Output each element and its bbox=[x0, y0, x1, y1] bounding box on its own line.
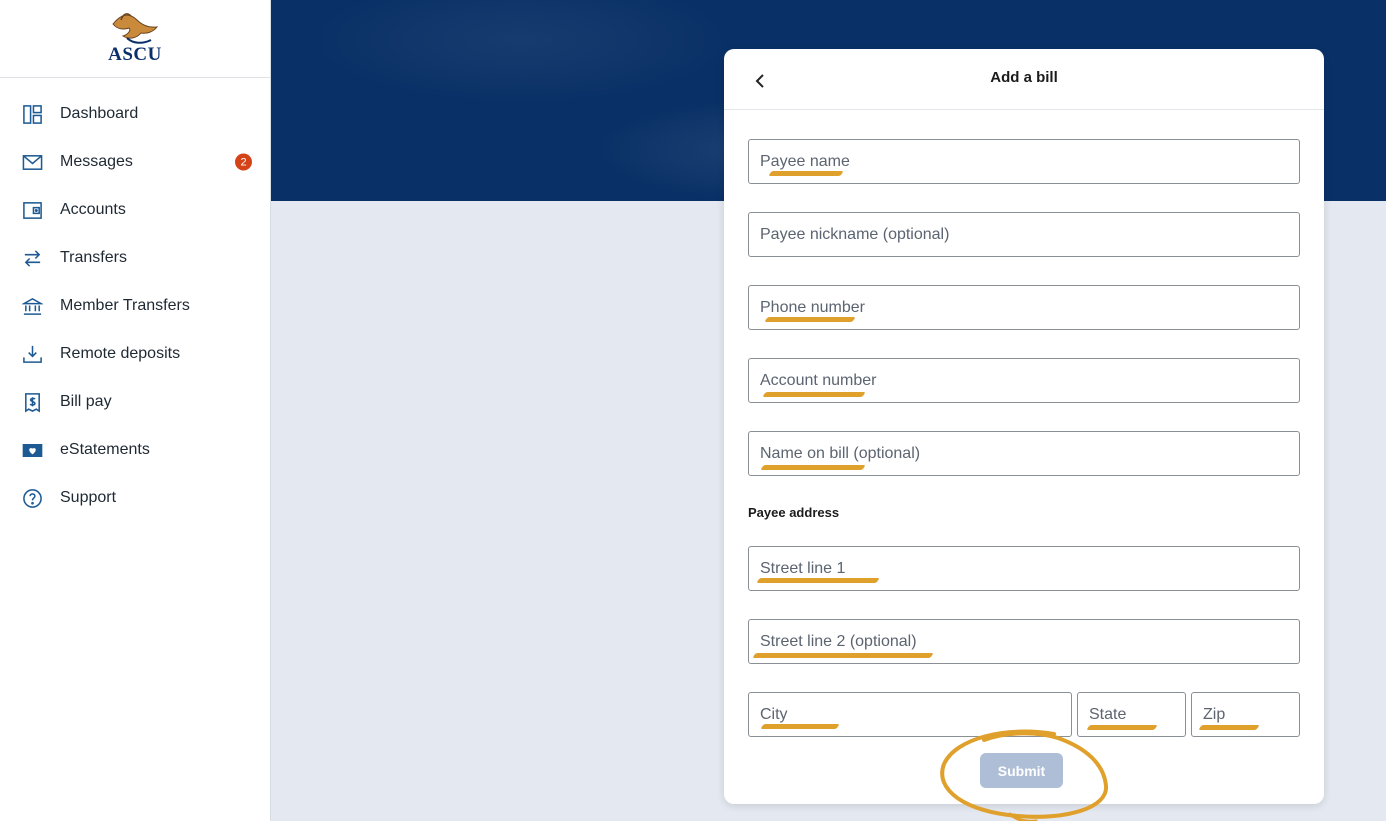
sidebar-item-transfers[interactable]: Transfers bbox=[0, 234, 270, 282]
chevron-left-icon bbox=[755, 74, 764, 88]
street-line-1-input[interactable] bbox=[748, 546, 1300, 591]
payee-address-heading: Payee address bbox=[748, 505, 840, 520]
sidebar-item-member-transfers[interactable]: Member Transfers bbox=[0, 282, 270, 330]
sidebar-item-label: eStatements bbox=[60, 441, 150, 458]
add-bill-card: Add a bill Payee address Submit bbox=[724, 49, 1324, 804]
payee-name-input[interactable] bbox=[748, 139, 1300, 184]
sidebar-nav: Dashboard Messages 2 Accounts Transfers bbox=[0, 78, 270, 522]
download-tray-icon bbox=[21, 343, 43, 365]
sidebar: ASCU Dashboard Messages 2 Accounts Trans… bbox=[0, 0, 271, 821]
help-circle-icon bbox=[21, 487, 43, 509]
sidebar-item-label: Transfers bbox=[60, 249, 127, 266]
back-button[interactable] bbox=[748, 69, 772, 93]
page-title: Add a bill bbox=[990, 68, 1058, 86]
sidebar-item-label: Remote deposits bbox=[60, 345, 181, 362]
brand-name: ASCU bbox=[108, 44, 162, 65]
receipt-dollar-icon bbox=[21, 391, 43, 413]
zip-input[interactable] bbox=[1191, 692, 1300, 737]
wallet-icon bbox=[21, 199, 43, 221]
sidebar-item-bill-pay[interactable]: Bill pay bbox=[0, 378, 270, 426]
bank-icon bbox=[21, 295, 43, 317]
payee-nickname-input[interactable] bbox=[748, 212, 1300, 257]
brand-logo[interactable]: ASCU bbox=[0, 0, 270, 78]
hawk-logo-icon bbox=[112, 13, 159, 44]
state-input[interactable] bbox=[1077, 692, 1186, 737]
account-number-input[interactable] bbox=[748, 358, 1300, 403]
sidebar-item-label: Accounts bbox=[60, 201, 126, 218]
sidebar-item-messages[interactable]: Messages 2 bbox=[0, 138, 270, 186]
sidebar-item-dashboard[interactable]: Dashboard bbox=[0, 90, 270, 138]
sidebar-item-label: Messages bbox=[60, 153, 133, 170]
sidebar-item-support[interactable]: Support bbox=[0, 474, 270, 522]
envelope-heart-icon bbox=[21, 439, 43, 461]
sidebar-item-accounts[interactable]: Accounts bbox=[0, 186, 270, 234]
name-on-bill-input[interactable] bbox=[748, 431, 1300, 476]
sidebar-item-remote-deposits[interactable]: Remote deposits bbox=[0, 330, 270, 378]
sidebar-item-estatements[interactable]: eStatements bbox=[0, 426, 270, 474]
street-line-2-input[interactable] bbox=[748, 619, 1300, 664]
sidebar-item-label: Dashboard bbox=[60, 105, 139, 122]
card-header: Add a bill bbox=[724, 49, 1324, 110]
phone-number-input[interactable] bbox=[748, 285, 1300, 330]
transfer-arrows-icon bbox=[21, 247, 43, 269]
sidebar-item-label: Bill pay bbox=[60, 393, 112, 410]
sidebar-item-label: Member Transfers bbox=[60, 297, 190, 314]
submit-button[interactable]: Submit bbox=[980, 753, 1063, 788]
sidebar-item-label: Support bbox=[60, 489, 117, 506]
dashboard-icon bbox=[21, 103, 43, 125]
city-input[interactable] bbox=[748, 692, 1072, 737]
mail-icon bbox=[21, 151, 43, 173]
unread-count-badge: 2 bbox=[235, 153, 252, 171]
